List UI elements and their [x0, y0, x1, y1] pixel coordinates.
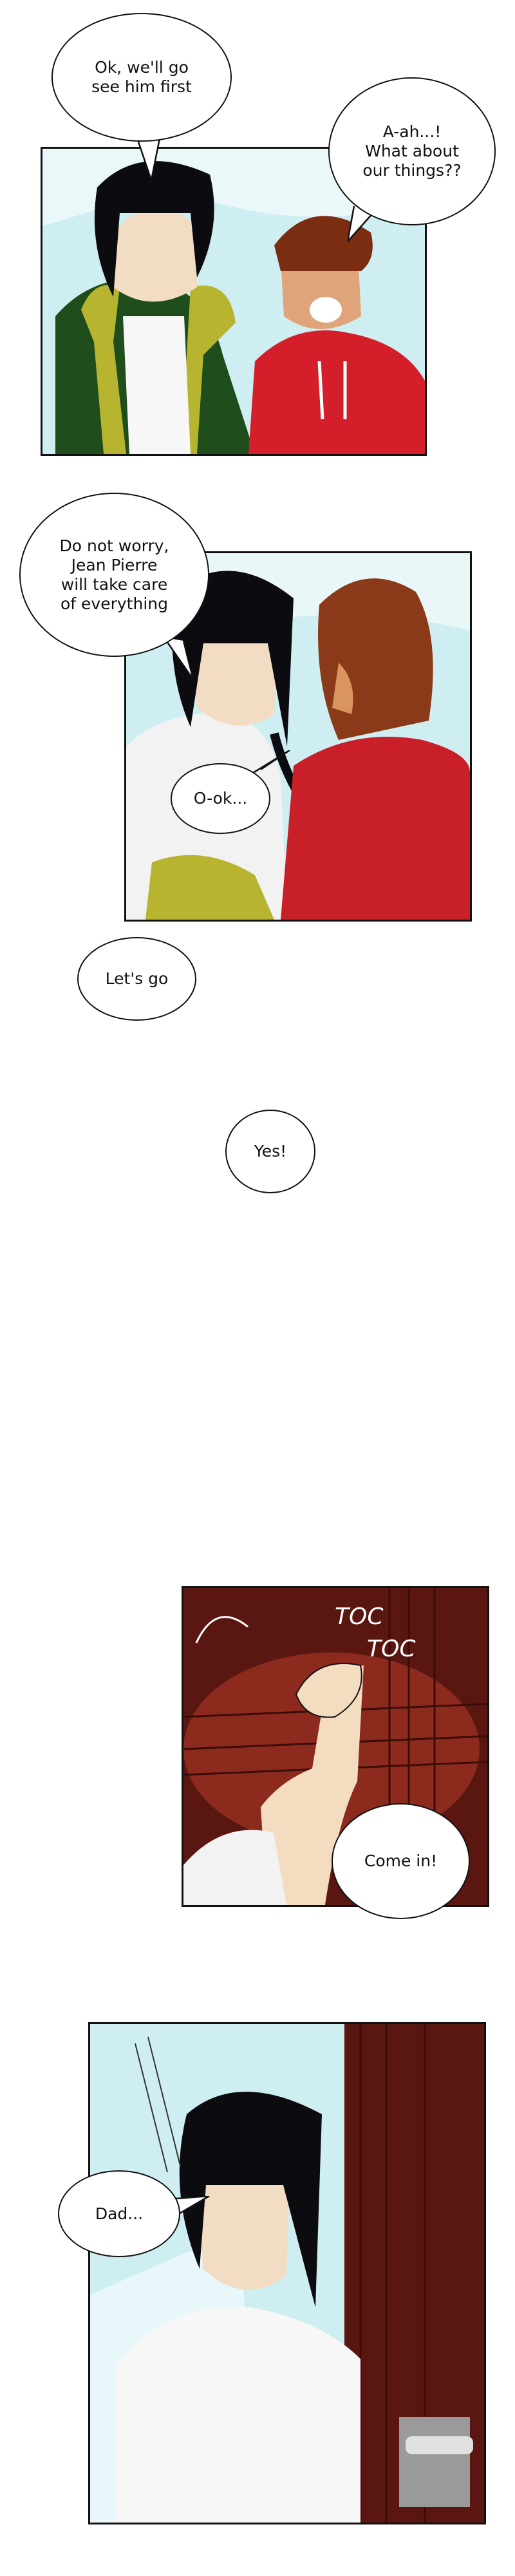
speech-bubble-1: Ok, we'll go see him first — [52, 13, 232, 142]
knock-sfx-2: TOC — [367, 1636, 415, 1662]
knock-sfx-1: TOC — [335, 1604, 383, 1630]
speech-text: Do not worry, Jean Pierre will take care… — [59, 536, 169, 613]
speech-bubble-2: A-ah...! What about our things?? — [328, 77, 496, 225]
sfx-text: TOC — [335, 1604, 384, 1630]
speech-bubble-4: O-ok... — [171, 763, 270, 834]
speech-bubble-5: Let's go — [77, 937, 196, 1021]
panel-4-art — [90, 2024, 484, 2523]
white-shirt — [116, 2307, 360, 2523]
red-hoodie — [281, 737, 470, 920]
panel-4 — [88, 2022, 486, 2524]
speech-bubble-3: Do not worry, Jean Pierre will take care… — [19, 493, 209, 657]
speech-text: Ok, we'll go see him first — [91, 58, 192, 96]
speech-text: Let's go — [105, 969, 169, 988]
speech-text: Dad... — [95, 2204, 144, 2223]
speech-text: Yes! — [254, 1142, 287, 1160]
speech-bubble-7: Come in! — [332, 1803, 470, 1919]
speech-bubble-8: Dad... — [58, 2170, 180, 2257]
door-handle — [406, 2436, 473, 2454]
speech-bubble-6: Yes! — [225, 1110, 315, 1193]
door-handle-plate — [399, 2417, 470, 2507]
speech-text: O-ok... — [193, 789, 248, 808]
speech-text: Come in! — [364, 1852, 438, 1870]
sfx-text: TOC — [367, 1636, 416, 1662]
curly-hair — [318, 578, 433, 740]
face-left — [113, 208, 197, 302]
speech-text: A-ah...! What about our things?? — [362, 122, 462, 180]
bubble-tail — [164, 638, 194, 680]
